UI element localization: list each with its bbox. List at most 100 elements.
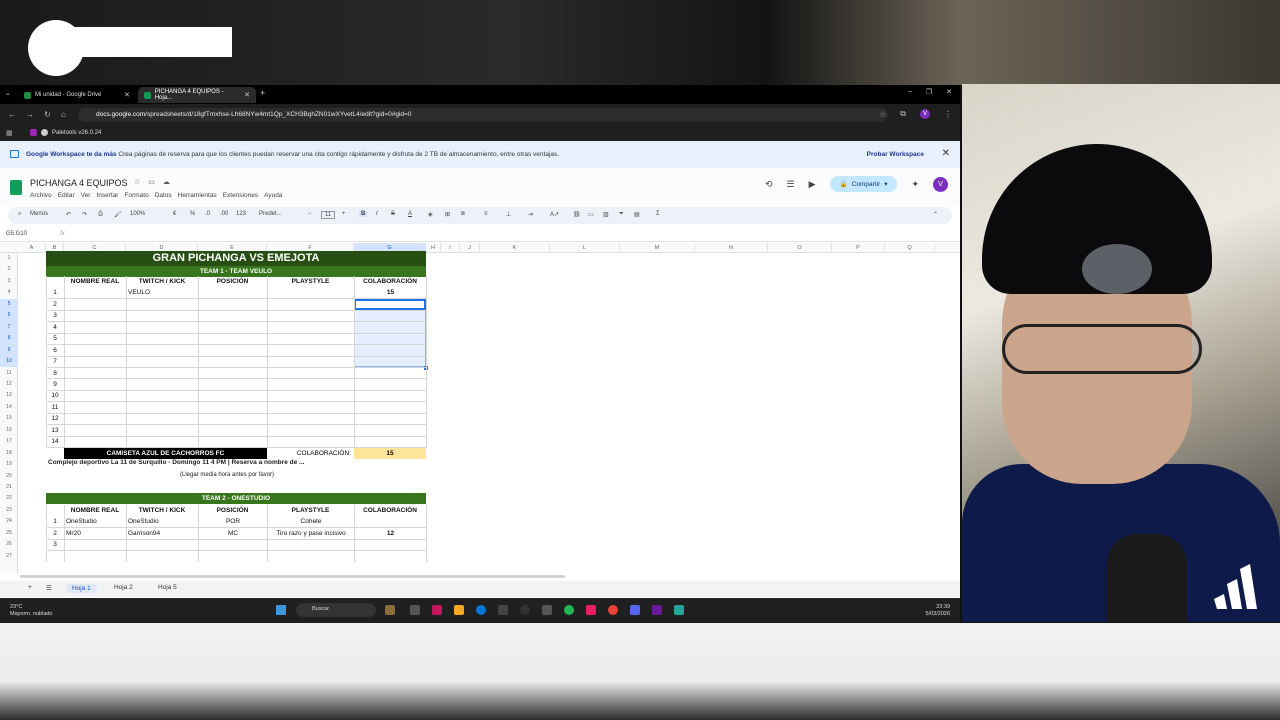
- obs-icon[interactable]: [520, 605, 530, 615]
- team1-row-number[interactable]: 2: [46, 299, 64, 310]
- column-header[interactable]: M: [620, 243, 695, 253]
- browser-menu-icon[interactable]: ⋮: [944, 110, 952, 119]
- extensions-icon[interactable]: ⧉: [900, 109, 906, 119]
- menu-insertar[interactable]: Insertar: [96, 192, 118, 199]
- menu-formato[interactable]: Formato: [124, 192, 148, 199]
- close-tab-icon[interactable]: ✕: [124, 91, 130, 99]
- italic-icon[interactable]: I: [376, 211, 378, 217]
- profile-avatar[interactable]: V: [920, 109, 930, 119]
- row-header[interactable]: 5: [0, 298, 18, 311]
- row-header[interactable]: 19: [0, 459, 18, 470]
- app3-icon[interactable]: [652, 605, 662, 615]
- decrease-decimals-button[interactable]: .0: [205, 211, 210, 217]
- tab-search-icon[interactable]: ⌄: [5, 89, 11, 97]
- row-header[interactable]: 3: [0, 276, 18, 287]
- team2-cell-twitch[interactable]: OneStudio: [128, 516, 197, 527]
- app4-icon[interactable]: [674, 605, 684, 615]
- team1-row-number[interactable]: 6: [46, 345, 64, 356]
- functions-icon[interactable]: Σ: [656, 211, 660, 217]
- row-header[interactable]: 6: [0, 310, 18, 322]
- column-header[interactable]: A: [18, 243, 46, 253]
- text-color-icon[interactable]: A: [408, 211, 412, 217]
- paint-format-icon[interactable]: 🖌: [114, 211, 122, 218]
- row-header[interactable]: 12: [0, 379, 18, 390]
- team2-cell-nombre[interactable]: Mr20: [66, 528, 125, 539]
- share-button[interactable]: 🔒 Compartir ▾: [829, 176, 898, 192]
- venue-note[interactable]: Complejo deportivo La 11 de Surquillo - …: [48, 459, 304, 466]
- gemini-icon[interactable]: ✦: [911, 179, 919, 190]
- column-header[interactable]: N: [695, 243, 768, 253]
- row-header[interactable]: 14: [0, 402, 18, 413]
- main-title[interactable]: GRAN PICHANGA VS EMEJOTA: [46, 251, 426, 266]
- team2-row-number[interactable]: 1: [46, 516, 64, 527]
- sheet-tab-hoja-5[interactable]: Hoja 5: [158, 584, 177, 591]
- text-wrap-icon[interactable]: ⇥: [528, 211, 533, 218]
- font-select[interactable]: Predet...: [259, 211, 282, 217]
- sheet-tab-hoja-2[interactable]: Hoja 2: [114, 584, 133, 591]
- row-header[interactable]: 8: [0, 333, 18, 345]
- minimize-icon[interactable]: –: [908, 88, 912, 96]
- team1-column-header[interactable]: NOMBRE REAL: [64, 276, 126, 287]
- edge-icon[interactable]: [476, 605, 486, 615]
- team1-row-number[interactable]: 9: [46, 379, 64, 390]
- taskbar-search[interactable]: Buscar: [296, 603, 376, 617]
- team1-row-number[interactable]: 1: [46, 287, 64, 298]
- merge-cells-icon[interactable]: ⧈: [461, 211, 465, 218]
- meet-icon[interactable]: ▶: [809, 179, 816, 190]
- vertical-align-icon[interactable]: ⊥: [506, 211, 511, 218]
- chrome-icon[interactable]: [608, 605, 618, 615]
- row-header[interactable]: 20: [0, 471, 18, 482]
- maximize-icon[interactable]: ❐: [926, 88, 932, 96]
- team1-row-number[interactable]: 8: [46, 368, 64, 379]
- team1-colab-label[interactable]: COLABORACIÓN:: [267, 448, 354, 459]
- new-tab-icon[interactable]: +: [260, 88, 265, 98]
- row-header[interactable]: 25: [0, 528, 18, 539]
- move-folder-icon[interactable]: ▭: [148, 178, 155, 186]
- team2-column-header[interactable]: POSICIÓN: [198, 505, 267, 516]
- tab-google-drive[interactable]: Mi unidad - Google Drive ✕: [18, 87, 136, 103]
- team2-cell-twitch[interactable]: Garrison94: [128, 528, 197, 539]
- menu-archivo[interactable]: Archivo: [30, 192, 52, 199]
- team2-row-number[interactable]: 3: [46, 539, 64, 550]
- star-icon[interactable]: ☆: [134, 178, 140, 186]
- menu-extensiones[interactable]: Extensiones: [223, 192, 258, 199]
- font-size-input[interactable]: 11: [321, 211, 336, 219]
- menus-search[interactable]: Menús: [30, 211, 48, 217]
- team2-cell-colab[interactable]: 12: [356, 528, 425, 539]
- team2-cell-style[interactable]: Cohete: [269, 516, 353, 527]
- row-header[interactable]: 23: [0, 505, 18, 516]
- tiktok-icon[interactable]: [586, 605, 596, 615]
- comments-icon[interactable]: ☰: [787, 179, 795, 190]
- arrival-note[interactable]: (Llegar media hora antes por favor): [180, 472, 274, 478]
- column-header[interactable]: P: [832, 243, 885, 253]
- team1-camiseta[interactable]: CAMISETA AZUL DE CACHORROS FC: [64, 447, 267, 459]
- insert-chart-icon[interactable]: ▥: [603, 211, 609, 218]
- team1-row-number[interactable]: 7: [46, 356, 64, 367]
- home-icon[interactable]: ⌂: [61, 110, 66, 119]
- team1-row-number[interactable]: 4: [46, 322, 64, 333]
- store-icon[interactable]: [498, 605, 508, 615]
- decrease-font-size-icon[interactable]: −: [308, 211, 312, 217]
- team2-cell-pos[interactable]: MC: [200, 528, 266, 539]
- team2-column-header[interactable]: COLABORACIÓN: [354, 505, 426, 516]
- team2-row-number[interactable]: 2: [46, 528, 64, 539]
- increase-decimals-button[interactable]: .00: [220, 211, 228, 217]
- team2-cell-nombre[interactable]: OneStudio: [66, 516, 125, 527]
- team2-column-header[interactable]: TWITCH / KICK: [126, 505, 198, 516]
- row-header[interactable]: 1: [0, 253, 18, 264]
- text-rotation-icon[interactable]: A↗: [550, 211, 559, 218]
- close-tab-icon[interactable]: ✕: [244, 91, 250, 99]
- column-header[interactable]: L: [550, 243, 620, 253]
- forward-icon[interactable]: →: [26, 110, 34, 119]
- team1-row-number[interactable]: 13: [46, 425, 64, 436]
- insert-comment-icon[interactable]: ▭: [588, 211, 594, 218]
- row-header[interactable]: 16: [0, 425, 18, 436]
- team1-row-number[interactable]: 3: [46, 310, 64, 321]
- tab-pichanga-sheet[interactable]: PICHANGA 4 EQUIPOS - Hoja... ✕: [138, 87, 256, 103]
- close-banner-icon[interactable]: ✕: [942, 148, 950, 159]
- apps-grid-icon[interactable]: ▦: [6, 129, 13, 137]
- menu-ver[interactable]: Ver: [81, 192, 91, 199]
- reload-icon[interactable]: ↻: [44, 110, 51, 119]
- widget-icon[interactable]: [385, 605, 395, 615]
- column-header[interactable]: H: [426, 243, 441, 253]
